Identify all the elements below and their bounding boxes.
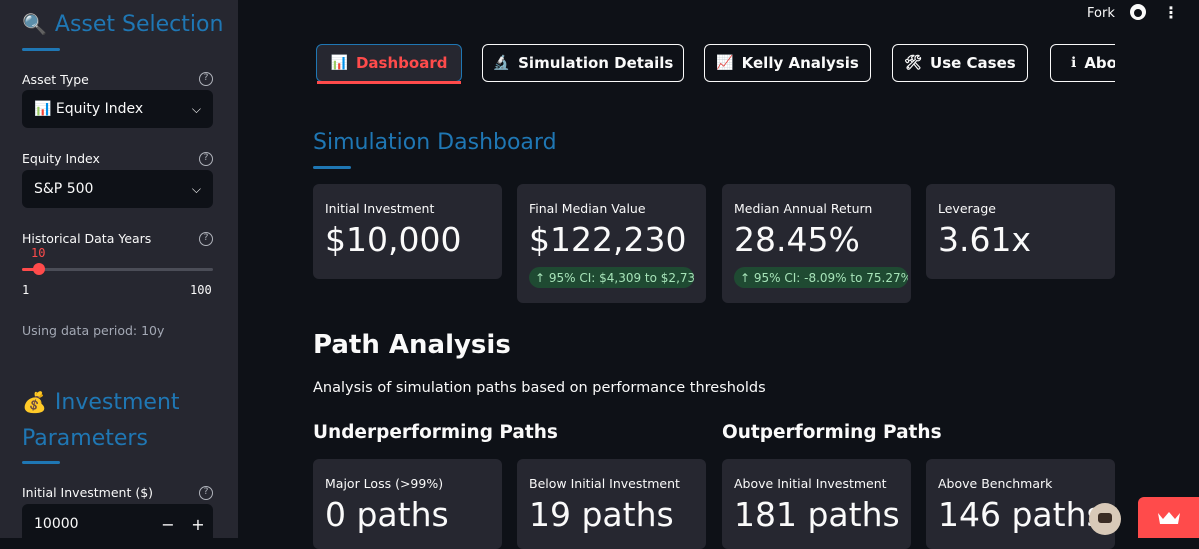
investment-title-line2: Parameters [22,426,148,451]
outperforming-title: Outperforming Paths [722,422,942,443]
tab-label: Use Cases [930,54,1016,72]
metric-value: 3.61x [938,220,1032,259]
chevron-down-icon: ⌵ [191,101,201,116]
bar-chart-icon: 📊 [330,55,348,71]
magnifier-icon: 🔍 [22,12,47,36]
asset-selection-title: Asset Selection [54,12,224,37]
tab-label: Kelly Analysis [741,54,859,72]
metric-delta: ↑ 95% CI: -8.09% to 75.27% [734,267,908,288]
tab-bar: 📊 Dashboard 🔬 Simulation Details 📈 Kelly An… [316,44,1115,84]
metric-label: Median Annual Return [734,201,873,216]
help-icon[interactable]: ? [199,486,213,500]
path-analysis-title: Path Analysis [313,330,511,360]
heading-rule [22,48,60,51]
asset-type-select[interactable]: 📊 Equity Index ⌵ [22,90,213,128]
metric-final-median-value: Final Median Value $122,230 ↑ 95% CI: $4… [517,184,706,303]
path-card-above-benchmark: Above Benchmark 146 paths [926,459,1115,549]
money-bag-icon: 💰 [22,390,47,414]
metric-value: 19 paths [529,495,674,534]
history-slider-thumb[interactable] [33,263,45,275]
metric-value: 181 paths [734,495,900,534]
fork-link[interactable]: Fork [1087,6,1115,21]
history-slider[interactable] [22,263,213,275]
path-card-major-loss: Major Loss (>99%) 0 paths [313,459,502,549]
slider-min-label: 1 [22,283,30,297]
info-icon: ℹ [1071,55,1077,71]
heading-rule [313,166,351,169]
chart-increasing-icon: 📈 [716,55,734,71]
github-icon[interactable] [1130,4,1146,20]
metric-delta: ↑ 95% CI: $4,309 to $2,73... [529,267,694,288]
metric-label: Major Loss (>99%) [325,476,444,491]
tab-use-cases[interactable]: 🛠 Use Cases [892,44,1028,82]
path-card-above-initial: Above Initial Investment 181 paths [722,459,911,549]
metric-label: Final Median Value [529,201,646,216]
data-period-caption: Using data period: 10y [22,323,165,338]
path-card-below-initial: Below Initial Investment 19 paths [517,459,706,549]
increment-button[interactable]: + [183,515,213,534]
initial-investment-input[interactable]: 10000 − + [22,504,213,538]
tab-simulation-details[interactable]: 🔬 Simulation Details [482,44,684,82]
avatar[interactable] [1089,503,1121,535]
initial-investment-value[interactable]: 10000 [34,516,153,532]
underperforming-title: Underperforming Paths [313,422,558,443]
path-analysis-description: Analysis of simulation paths based on pe… [313,380,766,396]
microscope-icon: 🔬 [492,55,511,71]
asset-type-label: Asset Type [22,72,89,87]
crown-icon-shape [1157,511,1180,524]
tab-dashboard[interactable]: 📊 Dashboard [316,44,462,84]
history-slider-value: 10 [31,246,46,260]
history-years-label: Historical Data Years [22,231,152,246]
metric-label: Above Benchmark [938,476,1053,491]
tab-label: About [1084,54,1115,72]
heading-rule [22,461,60,464]
crown-icon[interactable] [1138,497,1199,538]
equity-index-select[interactable]: S&P 500 ⌵ [22,170,213,208]
asset-type-value: 📊 Equity Index [34,101,144,117]
equity-index-value: S&P 500 [34,181,94,197]
help-icon[interactable]: ? [199,152,213,166]
sidebar: 🔍 Asset Selection Asset Type ? 📊 Equity I… [0,0,238,538]
tab-kelly-analysis[interactable]: 📈 Kelly Analysis [704,44,871,82]
tab-label: Dashboard [355,54,448,72]
metric-value: 146 paths [938,495,1104,534]
metric-label: Initial Investment [325,201,435,216]
investment-heading: 💰 Investment [22,390,180,415]
metric-value: 0 paths [325,495,449,534]
metric-value: 28.45% [734,220,860,259]
metric-label: Leverage [938,201,996,216]
initial-investment-label: Initial Investment ($) [22,485,154,500]
equity-index-label: Equity Index [22,151,100,166]
help-icon[interactable]: ? [199,72,213,86]
tools-icon: 🛠 [904,55,923,71]
decrement-button[interactable]: − [153,515,183,534]
metric-value: $122,230 [529,220,687,259]
help-icon[interactable]: ? [199,232,213,246]
main-menu-button[interactable]: ⋮ [1163,3,1179,22]
dashboard-title: Simulation Dashboard [313,130,557,155]
metric-leverage: Leverage 3.61x [926,184,1115,279]
metric-median-annual-return: Median Annual Return 28.45% ↑ 95% CI: -8… [722,184,911,303]
chevron-down-icon: ⌵ [191,181,201,196]
metric-label: Below Initial Investment [529,476,680,491]
metric-label: Above Initial Investment [734,476,887,491]
asset-selection-heading: 🔍 Asset Selection [22,12,223,37]
tab-about[interactable]: ℹ About [1050,44,1115,82]
metric-initial-investment: Initial Investment $10,000 [313,184,502,279]
investment-title-line1: Investment [54,390,180,415]
slider-max-label: 100 [190,283,212,297]
metric-value: $10,000 [325,220,462,259]
tab-label: Simulation Details [518,54,674,72]
